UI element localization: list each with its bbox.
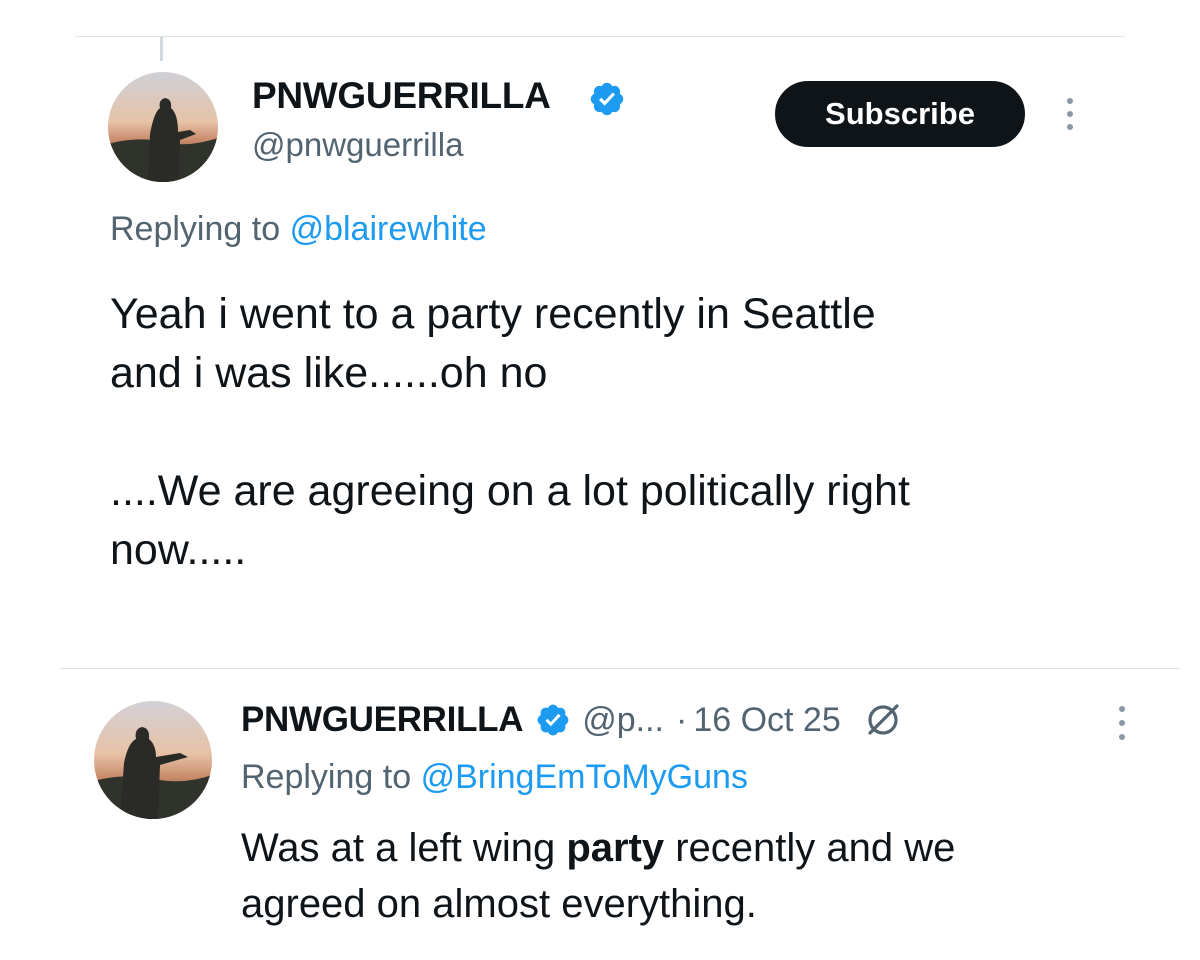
timestamp[interactable]: 16 Oct 25: [693, 701, 840, 740]
handle[interactable]: @p...: [582, 701, 664, 740]
thread-connector-line: [160, 37, 163, 61]
display-name[interactable]: PNWGUERRILLA: [241, 700, 524, 740]
replying-prefix: Replying to: [110, 210, 281, 248]
verified-badge-icon: [590, 82, 624, 116]
replying-handle-link[interactable]: @blairewhite: [290, 210, 487, 248]
tweet-header: PNWGUERRILLA @p... · 16 Oct 25: [241, 696, 903, 744]
tweet-text-line: ....We are agreeing on a lot politically…: [110, 467, 910, 515]
avatar[interactable]: [108, 72, 218, 182]
tweet-divider: [60, 668, 1180, 669]
more-options-icon[interactable]: [1065, 98, 1075, 130]
tweet-text: Was at a left wing party recently and we…: [241, 820, 1121, 932]
grok-icon[interactable]: [863, 700, 903, 740]
more-options-icon[interactable]: [1117, 706, 1127, 740]
replying-to: Replying to @BringEmToMyGuns: [241, 758, 748, 797]
replying-handle-link[interactable]: @BringEmToMyGuns: [421, 758, 748, 796]
tweet-text-blank-line: [110, 403, 1110, 462]
tweet-text-segment: Was at a left wing: [241, 826, 567, 870]
replying-prefix: Replying to: [241, 758, 412, 796]
tweet-text-line: Yeah i went to a party recently in Seatt…: [110, 290, 876, 338]
handle[interactable]: @pnwguerrilla: [252, 126, 463, 164]
verified-badge-icon: [537, 704, 569, 736]
avatar[interactable]: [94, 701, 212, 819]
tweet-text-segment: recently and we: [664, 826, 956, 870]
top-divider: [75, 36, 1125, 37]
tweet-text-line: now.....: [110, 526, 247, 574]
subscribe-button[interactable]: Subscribe: [775, 81, 1025, 147]
tweet-text-line: and i was like......oh no: [110, 349, 548, 397]
replying-to: Replying to @blairewhite: [110, 210, 487, 249]
tweet-text-line: agreed on almost everything.: [241, 882, 757, 926]
highlighted-term: party: [566, 826, 665, 870]
separator-dot: ·: [675, 700, 688, 739]
tweet-text-line: Was at a left wing party recently and we: [241, 820, 1121, 876]
tweet-text: Yeah i went to a party recently in Seatt…: [110, 285, 1110, 580]
display-name[interactable]: PNWGUERRILLA: [252, 75, 551, 117]
